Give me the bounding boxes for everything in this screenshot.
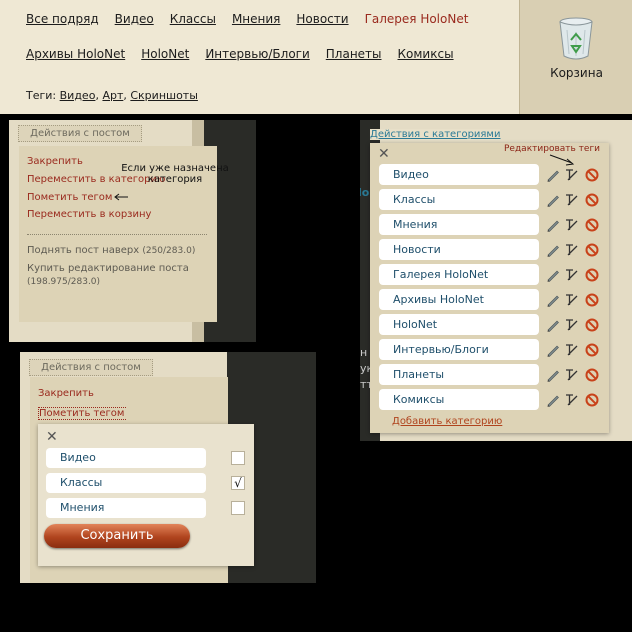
trash-bin[interactable]: Корзина — [519, 0, 632, 114]
edit-tags-icon[interactable] — [564, 168, 578, 182]
tag-link-screenshots[interactable]: Скриншоты — [130, 89, 198, 102]
edit-tags-icon[interactable] — [564, 218, 578, 232]
post-actions-button[interactable]: Действия с постом — [18, 125, 142, 142]
buy-edit-cost: (198.975/283.0) — [27, 277, 101, 287]
post-tags: Теги: Видео, Арт, Скриншоты — [26, 89, 198, 102]
delete-prohibited-icon[interactable] — [585, 168, 599, 182]
delete-prohibited-icon[interactable] — [585, 343, 599, 357]
bump-post-cost: (250/283.0) — [142, 246, 196, 256]
annotation-category-assigned: Если уже назначена категория — [121, 163, 229, 185]
category-row[interactable]: Мнения — [379, 214, 539, 235]
edit-pencil-icon[interactable] — [546, 218, 560, 232]
tag-link-video[interactable]: Видео — [60, 89, 96, 102]
category-row[interactable]: Интервью/Блоги — [379, 339, 539, 360]
nav-link-opinions[interactable]: Мнения — [232, 12, 280, 26]
edit-tags-icon[interactable] — [564, 318, 578, 332]
nav-link-video[interactable]: Видео — [115, 12, 154, 26]
menu-item-buy-edit[interactable]: Купить редактирование поста — [27, 263, 189, 274]
edit-pencil-icon[interactable] — [546, 393, 560, 407]
edit-tags-icon[interactable] — [564, 268, 578, 282]
edit-tags-icon[interactable] — [564, 343, 578, 357]
menu-divider — [27, 234, 207, 235]
category-row[interactable]: HoloNet — [379, 314, 539, 335]
menu-item-tag-selected[interactable]: Пометить тегом — [38, 407, 127, 420]
edit-pencil-icon[interactable] — [546, 368, 560, 382]
edit-pencil-icon[interactable] — [546, 318, 560, 332]
nav-link-holonet[interactable]: HoloNet — [141, 47, 189, 61]
menu-item-pin[interactable]: Закрепить — [38, 388, 94, 399]
delete-prohibited-icon[interactable] — [585, 243, 599, 257]
category-actions-link[interactable]: Действия с категориями — [370, 129, 501, 140]
tag-post-screenshot: Действия с постом Закрепить Пометить тег… — [20, 352, 316, 583]
category-actions-screenshot: lo н ук тт Действия с категориями ✕ Реда… — [360, 120, 632, 441]
add-category-link[interactable]: Добавить категорию — [392, 416, 502, 427]
menu-item-bump-post[interactable]: Поднять пост наверх (250/283.0) — [27, 245, 195, 256]
category-row[interactable]: Галерея HoloNet — [379, 264, 539, 285]
category-row[interactable]: Новости — [379, 239, 539, 260]
save-button[interactable]: Сохранить — [44, 524, 190, 548]
delete-prohibited-icon[interactable] — [585, 318, 599, 332]
edit-tags-icon[interactable] — [564, 243, 578, 257]
tag-checkbox-opinions[interactable] — [231, 501, 245, 515]
menu-item-tag[interactable]: Пометить тегом — [27, 192, 112, 203]
category-nav-row-1: Все подряд Видео Классы Мнения Новости Г… — [26, 12, 484, 26]
arrow-left-icon — [114, 193, 128, 201]
edit-tags-icon[interactable] — [564, 393, 578, 407]
delete-prohibited-icon[interactable] — [585, 368, 599, 382]
tag-option-opinions[interactable]: Мнения — [46, 498, 206, 518]
edit-tags-icon[interactable] — [564, 193, 578, 207]
tag-picker-dialog: ✕ Видео Классы √ Мнения Сохранить — [38, 424, 254, 566]
post-actions-button[interactable]: Действия с постом — [29, 359, 153, 376]
nav-link-gallery-active[interactable]: Галерея HoloNet — [365, 12, 469, 26]
nav-link-interviews[interactable]: Интервью/Блоги — [205, 47, 309, 61]
tags-prefix: Теги: — [26, 89, 57, 102]
delete-prohibited-icon[interactable] — [585, 193, 599, 207]
close-icon[interactable]: ✕ — [46, 430, 58, 444]
nav-link-planets[interactable]: Планеты — [326, 47, 382, 61]
delete-prohibited-icon[interactable] — [585, 268, 599, 282]
menu-item-move-to-trash[interactable]: Переместить в корзину — [27, 209, 151, 220]
close-icon[interactable]: ✕ — [378, 147, 390, 161]
bump-post-label: Поднять пост наверх — [27, 245, 140, 256]
edit-pencil-icon[interactable] — [546, 268, 560, 282]
top-navigation-bar: Все подряд Видео Классы Мнения Новости Г… — [0, 0, 632, 114]
category-row[interactable]: Планеты — [379, 364, 539, 385]
nav-link-comics[interactable]: Комиксы — [398, 47, 454, 61]
edit-tags-icon[interactable] — [564, 368, 578, 382]
nav-link-all[interactable]: Все подряд — [26, 12, 99, 26]
side-text-2: н — [360, 346, 368, 359]
edit-pencil-icon[interactable] — [546, 293, 560, 307]
category-row[interactable]: Классы — [379, 189, 539, 210]
delete-prohibited-icon[interactable] — [585, 218, 599, 232]
category-row[interactable]: Комиксы — [379, 389, 539, 410]
side-text-1: lo — [360, 186, 370, 199]
nav-link-classes[interactable]: Классы — [170, 12, 216, 26]
tag-option-video[interactable]: Видео — [46, 448, 206, 468]
category-nav-row-2: Архивы HoloNet HoloNet Интервью/Блоги Пл… — [26, 47, 470, 61]
arrow-down-right-icon — [549, 154, 575, 166]
category-manager-dialog: ✕ Редактировать теги Видео Классы Мнения Но… — [370, 143, 609, 433]
delete-prohibited-icon[interactable] — [585, 293, 599, 307]
category-row[interactable]: Видео — [379, 164, 539, 185]
edit-tags-icon[interactable] — [564, 293, 578, 307]
edit-pencil-icon[interactable] — [546, 168, 560, 182]
menu-item-pin[interactable]: Закрепить — [27, 156, 83, 167]
tag-checkbox-video[interactable] — [231, 451, 245, 465]
nav-link-news[interactable]: Новости — [296, 12, 348, 26]
trash-label: Корзина — [550, 66, 603, 80]
nav-link-archives[interactable]: Архивы HoloNet — [26, 47, 125, 61]
edit-pencil-icon[interactable] — [546, 343, 560, 357]
tag-link-art[interactable]: Арт — [102, 89, 123, 102]
tag-checkbox-classes[interactable]: √ — [231, 476, 245, 490]
category-row[interactable]: Архивы HoloNet — [379, 289, 539, 310]
delete-prohibited-icon[interactable] — [585, 393, 599, 407]
post-actions-screenshot: Действия с постом Закрепить Переместить … — [9, 120, 256, 342]
edit-pencil-icon[interactable] — [546, 243, 560, 257]
recycle-bin-icon — [559, 17, 593, 60]
edit-pencil-icon[interactable] — [546, 193, 560, 207]
tag-option-classes[interactable]: Классы — [46, 473, 206, 493]
